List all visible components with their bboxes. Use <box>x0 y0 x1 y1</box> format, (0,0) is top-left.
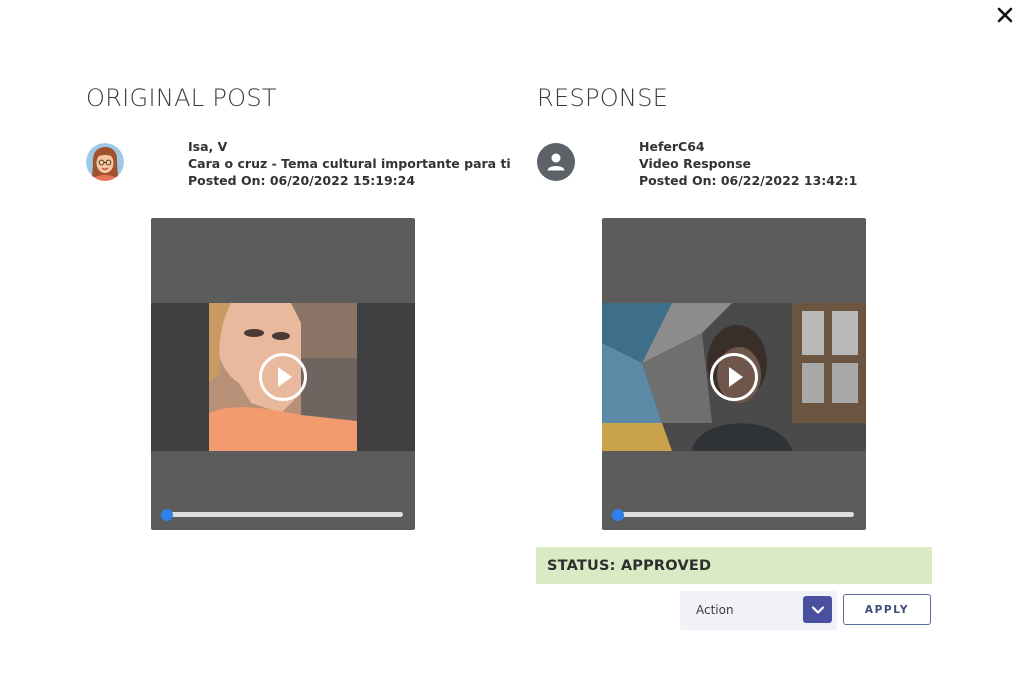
illustrated-woman-avatar-icon <box>86 143 124 181</box>
original-post-meta: Isa, V Cara o cruz - Tema cultural impor… <box>188 138 511 189</box>
user-icon <box>547 153 565 171</box>
original-video-player <box>151 218 415 530</box>
response-seek-handle[interactable] <box>612 508 624 521</box>
action-select-value: Action <box>696 603 734 617</box>
response-subject: Video Response <box>639 156 751 171</box>
action-select[interactable]: Action <box>680 591 837 630</box>
response-video-player <box>602 218 866 530</box>
original-post-heading: ORIGINAL POST <box>86 84 277 112</box>
response-video-frame[interactable] <box>602 303 866 451</box>
response-author-name: HeferC64 <box>639 139 705 154</box>
original-author-name: Isa, V <box>188 139 228 154</box>
apply-button[interactable]: APPLY <box>843 594 931 625</box>
response-author-avatar <box>537 143 575 181</box>
close-button[interactable] <box>994 4 1016 26</box>
status-badge: STATUS: APPROVED <box>536 547 932 584</box>
original-post-subject: Cara o cruz - Tema cultural importante p… <box>188 156 511 171</box>
original-seek-bar[interactable] <box>161 508 403 521</box>
original-seek-handle[interactable] <box>161 508 173 521</box>
response-heading: RESPONSE <box>537 84 669 112</box>
original-posted-on: Posted On: 06/20/2022 15:19:24 <box>188 173 416 188</box>
close-icon <box>997 7 1013 23</box>
response-meta: HeferC64 Video Response Posted On: 06/22… <box>639 138 857 189</box>
original-play-button[interactable] <box>259 353 307 401</box>
response-seek-bar[interactable] <box>612 508 854 521</box>
original-author-avatar <box>86 143 124 181</box>
play-icon <box>710 353 758 401</box>
post-response-modal: ORIGINAL POST Isa, V Cara o cruz - Tema … <box>0 0 1024 680</box>
response-posted-on: Posted On: 06/22/2022 13:42:1 <box>639 173 858 188</box>
original-video-frame[interactable] <box>151 303 415 451</box>
response-play-button[interactable] <box>710 353 758 401</box>
play-icon <box>259 353 307 401</box>
action-dropdown-toggle[interactable] <box>803 596 832 623</box>
chevron-down-icon <box>811 605 824 614</box>
